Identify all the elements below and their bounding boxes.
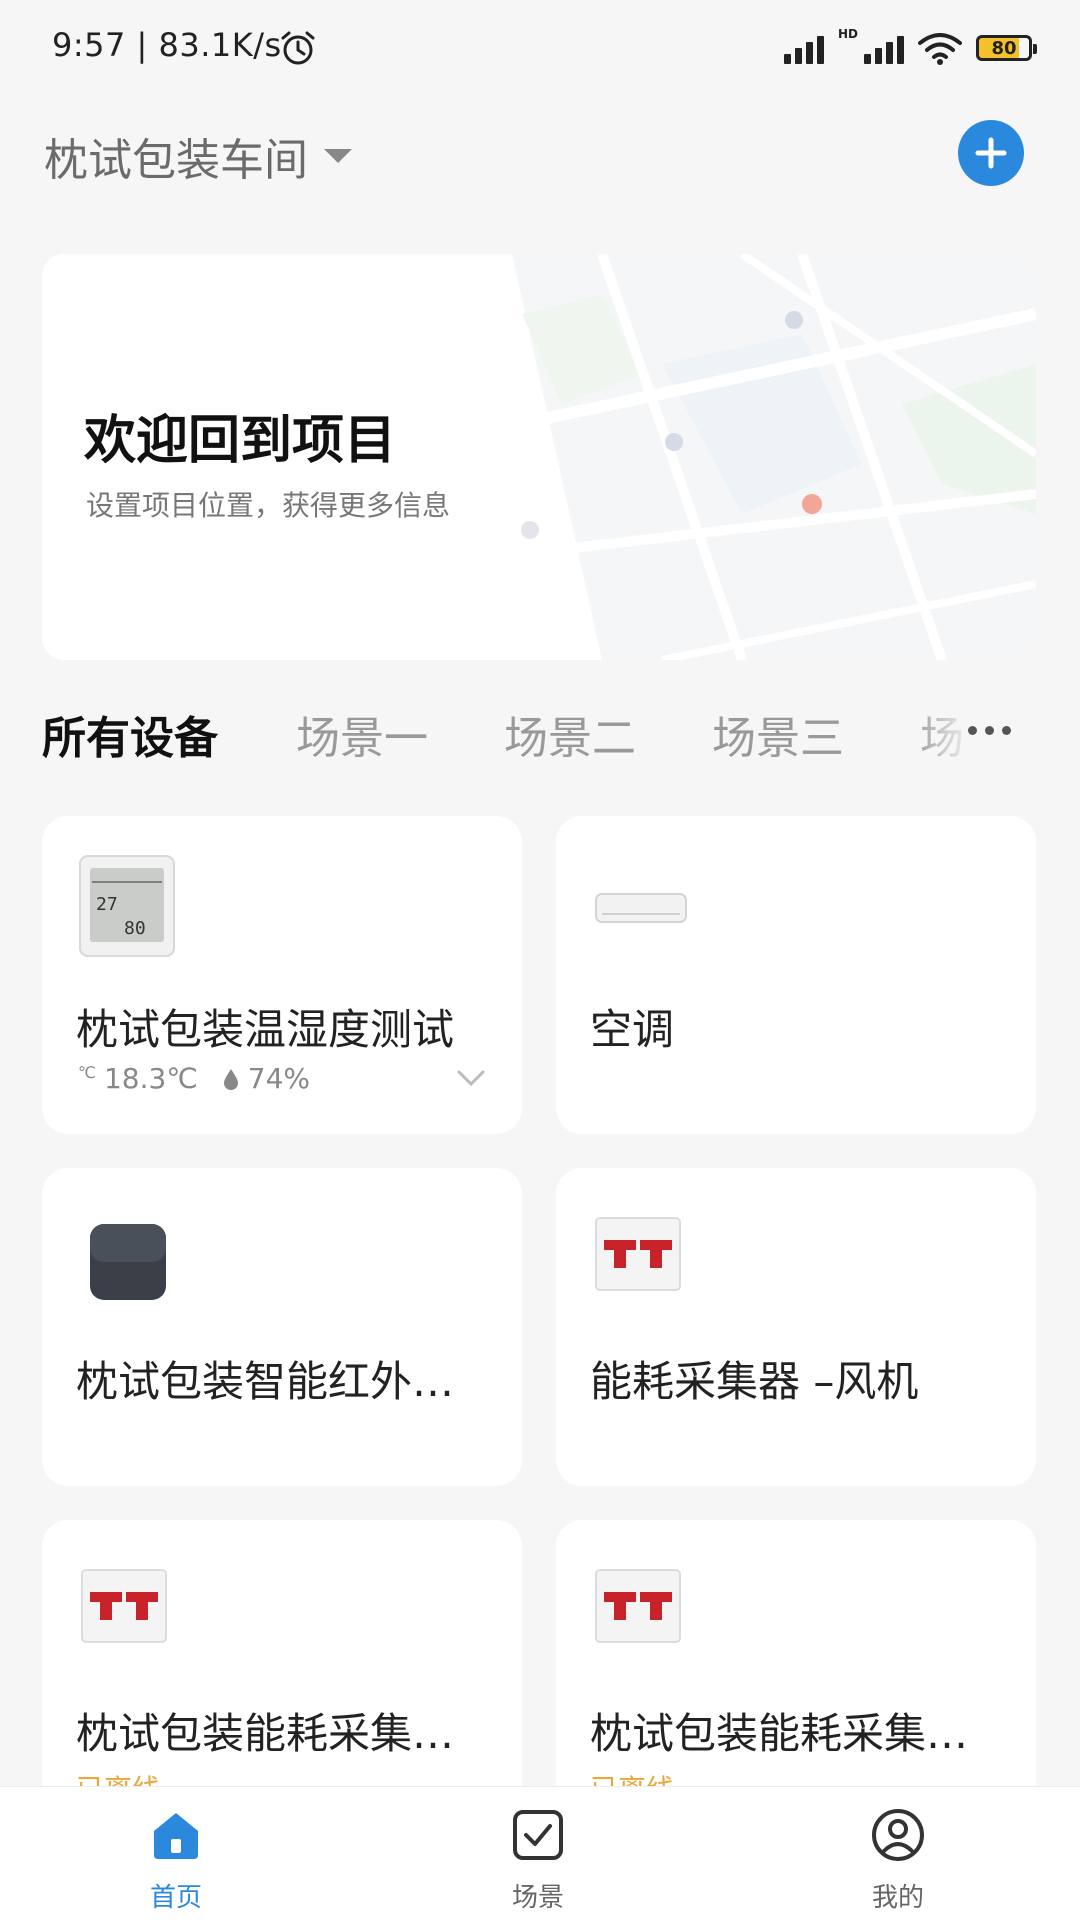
energy-meter-icon bbox=[81, 1569, 167, 1643]
home-icon bbox=[154, 1813, 198, 1859]
air-conditioner-icon bbox=[595, 893, 687, 923]
energy-meter-icon bbox=[595, 1569, 681, 1643]
scene-tabs: 所有设备 场景一 场景二 场景三 场 bbox=[0, 690, 1080, 770]
header: 枕试包装车间 bbox=[0, 96, 1080, 216]
nav-scenes-label: 场景 bbox=[511, 1883, 564, 1913]
device-name: 枕试包装温湿度测试 bbox=[76, 1005, 455, 1054]
hd-label: HD bbox=[837, 27, 858, 41]
tab-scene-3[interactable]: 场景三 bbox=[712, 702, 844, 766]
device-grid: 27 80 枕试包装温湿度测试 ℃ 18.3℃ 74% 空调 枕试包装智能红外… bbox=[0, 816, 1080, 1838]
temperature-icon: ℃ bbox=[78, 1063, 96, 1082]
profile-icon bbox=[872, 1809, 924, 1861]
status-indicators: HD 80 bbox=[783, 26, 1037, 70]
tab-scene-1[interactable]: 场景一 bbox=[296, 702, 428, 766]
humidity-drop-icon bbox=[223, 1068, 238, 1090]
welcome-title: 欢迎回到项目 bbox=[84, 411, 397, 471]
ir-remote-hub-icon bbox=[90, 1224, 166, 1300]
welcome-card[interactable]: 欢迎回到项目 设置项目位置，获得更多信息 bbox=[42, 254, 1036, 660]
chevron-down-icon[interactable] bbox=[456, 1066, 486, 1090]
welcome-subtitle: 设置项目位置，获得更多信息 bbox=[86, 489, 451, 522]
signal-icon bbox=[783, 32, 824, 64]
nav-home[interactable]: 首页 bbox=[76, 1807, 276, 1914]
signal-icon-2 bbox=[864, 32, 904, 64]
svg-text:80: 80 bbox=[124, 918, 146, 939]
tab-scene-2[interactable]: 场景二 bbox=[504, 702, 636, 766]
map-dot bbox=[665, 433, 683, 451]
battery-level: 80 bbox=[991, 37, 1017, 59]
project-name: 枕试包装车间 bbox=[44, 135, 308, 186]
status-time: 9:57 | 83.1K/s bbox=[52, 26, 282, 64]
project-selector[interactable]: 枕试包装车间 bbox=[44, 124, 352, 188]
scene-check-icon bbox=[513, 1810, 563, 1860]
energy-meter-icon bbox=[595, 1217, 681, 1291]
svg-text:27: 27 bbox=[96, 894, 118, 915]
plus-icon bbox=[975, 137, 1007, 169]
map-location-dot bbox=[802, 494, 822, 514]
device-name: 枕试包装智能红外… bbox=[76, 1357, 455, 1406]
device-name: 空调 bbox=[590, 1005, 675, 1054]
device-card[interactable]: 空调 bbox=[556, 816, 1036, 1134]
device-name: 枕试包装能耗采集… bbox=[76, 1709, 455, 1758]
nav-home-label: 首页 bbox=[149, 1883, 202, 1913]
temperature-value: 18.3℃ bbox=[103, 1062, 198, 1095]
humidity-value: 74% bbox=[247, 1062, 310, 1095]
battery-icon: 80 bbox=[976, 35, 1037, 61]
more-icon[interactable] bbox=[968, 710, 1020, 750]
device-name: 能耗采集器 –风机 bbox=[590, 1357, 919, 1406]
nav-scenes[interactable]: 场景 bbox=[438, 1807, 638, 1914]
tab-all-devices[interactable]: 所有设备 bbox=[42, 702, 218, 766]
nav-profile[interactable]: 我的 bbox=[798, 1807, 998, 1914]
device-card[interactable]: 27 80 枕试包装温湿度测试 ℃ 18.3℃ 74% bbox=[42, 816, 522, 1134]
device-name: 枕试包装能耗采集… bbox=[590, 1709, 969, 1758]
add-device-button[interactable] bbox=[958, 120, 1024, 186]
device-card[interactable]: 能耗采集器 –风机 bbox=[556, 1168, 1036, 1486]
device-readings: ℃ 18.3℃ 74% bbox=[78, 1062, 310, 1095]
map-dot bbox=[521, 521, 539, 539]
status-bar: 9:57 | 83.1K/s HD 80 bbox=[0, 0, 1080, 96]
alarm-icon bbox=[281, 31, 315, 65]
wifi-icon bbox=[918, 33, 962, 65]
map-dot bbox=[785, 311, 803, 329]
caret-down-icon bbox=[324, 149, 352, 163]
device-card[interactable]: 枕试包装智能红外… bbox=[42, 1168, 522, 1486]
bottom-nav: 首页 场景 我的 bbox=[0, 1786, 1080, 1921]
thermo-hygrometer-icon: 27 80 bbox=[79, 855, 175, 957]
nav-profile-label: 我的 bbox=[871, 1883, 924, 1913]
